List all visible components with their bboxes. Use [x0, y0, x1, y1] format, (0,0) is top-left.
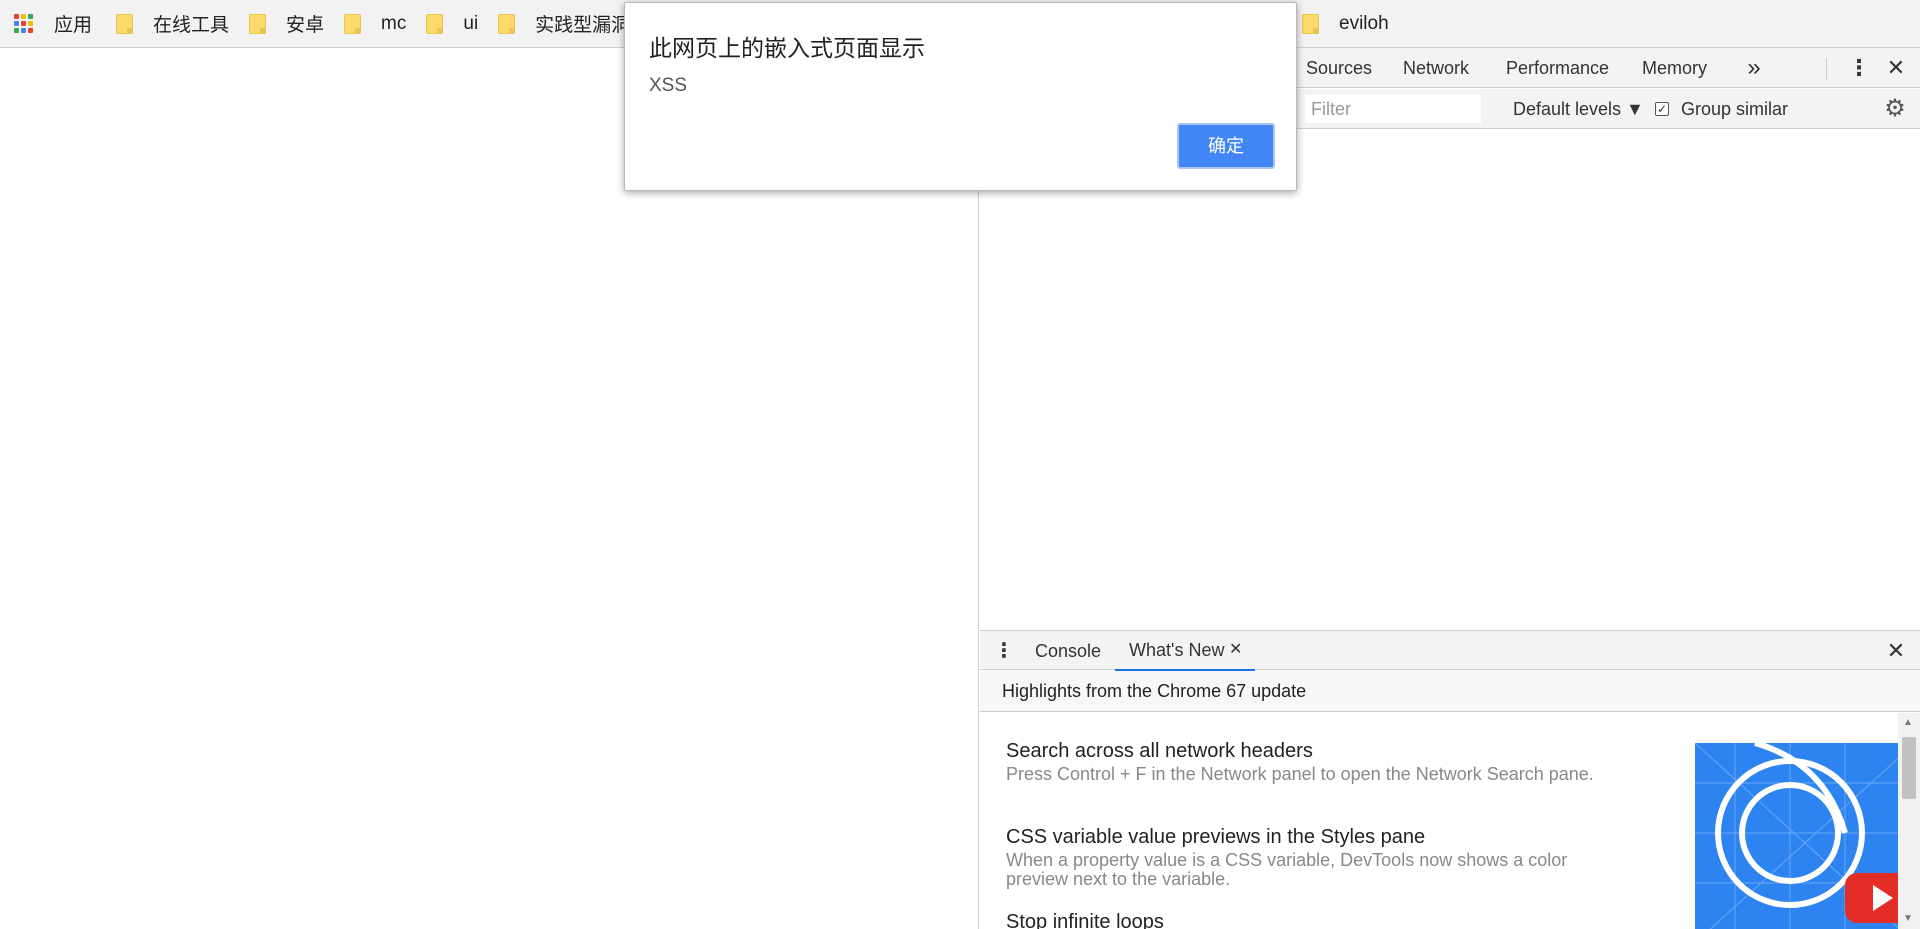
- folder-icon: [426, 13, 444, 34]
- bookmark-apps-label: 应用: [54, 15, 93, 36]
- scroll-thumb[interactable]: [1902, 737, 1916, 799]
- drawer-menu-icon[interactable]: ⋮: [994, 631, 1014, 671]
- close-icon[interactable]: ✕: [1884, 48, 1908, 88]
- bookmark-label: ui: [463, 12, 479, 34]
- bookmark-label: 安卓: [286, 15, 325, 36]
- alert-title: 此网页上的嵌入式页面显示: [649, 35, 925, 61]
- scroll-down-icon[interactable]: ▼: [1903, 913, 1913, 924]
- ok-button[interactable]: 确定: [1177, 123, 1275, 169]
- tab-console[interactable]: Console: [1035, 631, 1101, 671]
- bookmark-label: mc: [381, 12, 407, 34]
- chrome-67-artwork-icon: [1695, 743, 1915, 929]
- bookmark-label: 在线工具: [153, 15, 230, 36]
- bookmark-label: eviloh: [1339, 13, 1389, 34]
- alert-dialog: 此网页上的嵌入式页面显示 XSS 确定: [624, 2, 1297, 191]
- feature-description: Press Control + F in the Network panel t…: [1006, 764, 1594, 784]
- feature-item: Search across all network headers Press …: [1006, 739, 1606, 784]
- tab-network[interactable]: Network: [1403, 48, 1469, 88]
- feature-title: CSS variable value previews in the Style…: [1006, 826, 1426, 848]
- feature-title: Search across all network headers: [1006, 740, 1313, 762]
- tab-sources[interactable]: Sources: [1306, 48, 1372, 88]
- tab-performance[interactable]: Performance: [1506, 48, 1609, 88]
- filter-input[interactable]: [1305, 95, 1481, 123]
- whats-new-body: Search across all network headers Press …: [980, 713, 1920, 929]
- bookmark-label: 实践型漏洞: [535, 15, 631, 36]
- whats-new-header: Highlights from the Chrome 67 update: [980, 671, 1920, 712]
- folder-icon: [116, 13, 134, 34]
- log-levels-dropdown[interactable]: Default levels ▼: [1513, 89, 1644, 129]
- video-thumbnail[interactable]: [1695, 743, 1915, 929]
- scrollbar[interactable]: ▲ ▼: [1898, 713, 1920, 929]
- folder-icon: [249, 13, 267, 34]
- bookmark-folder[interactable]: mc: [344, 0, 406, 48]
- folder-icon: [1302, 14, 1319, 34]
- tab-memory[interactable]: Memory: [1642, 48, 1707, 88]
- feature-title: Stop infinite loops: [1006, 911, 1164, 929]
- feature-item: Stop infinite loops: [1006, 910, 1606, 929]
- bookmark-folder[interactable]: eviloh: [1302, 0, 1389, 48]
- scroll-up-icon[interactable]: ▲: [1903, 717, 1913, 728]
- feature-item: CSS variable value previews in the Style…: [1006, 825, 1606, 889]
- close-drawer-icon[interactable]: ✕: [1884, 631, 1908, 671]
- bookmark-folder[interactable]: 在线工具: [116, 0, 229, 48]
- feature-description: When a property value is a CSS variable,…: [1006, 850, 1568, 889]
- bookmark-folder[interactable]: 安卓: [249, 0, 324, 48]
- gear-icon[interactable]: ⚙: [1880, 89, 1910, 129]
- bookmark-folder[interactable]: ui: [426, 0, 478, 48]
- bookmark-folder[interactable]: 实践型漏洞: [498, 0, 630, 48]
- divider: [1826, 58, 1827, 80]
- tab-whats-new[interactable]: What's New ✕: [1115, 631, 1255, 671]
- drawer-tab-bar: ⋮ Console What's New ✕ ✕: [980, 630, 1920, 671]
- apps-grid-icon: [14, 13, 34, 34]
- close-tab-icon[interactable]: ✕: [1229, 631, 1242, 669]
- folder-icon: [344, 13, 362, 34]
- group-similar-checkbox[interactable]: ✓: [1655, 102, 1669, 116]
- kebab-menu-icon[interactable]: ⋮: [1848, 48, 1870, 88]
- folder-icon: [498, 13, 516, 34]
- group-similar-label: Group similar: [1681, 99, 1789, 119]
- whats-new-title: Highlights from the Chrome 67 update: [1002, 681, 1307, 701]
- bookmark-apps[interactable]: 应用: [14, 0, 92, 48]
- alert-message: XSS: [649, 75, 688, 96]
- tab-whats-new-label: What's New: [1129, 640, 1225, 660]
- more-tabs-icon[interactable]: »: [1742, 48, 1766, 88]
